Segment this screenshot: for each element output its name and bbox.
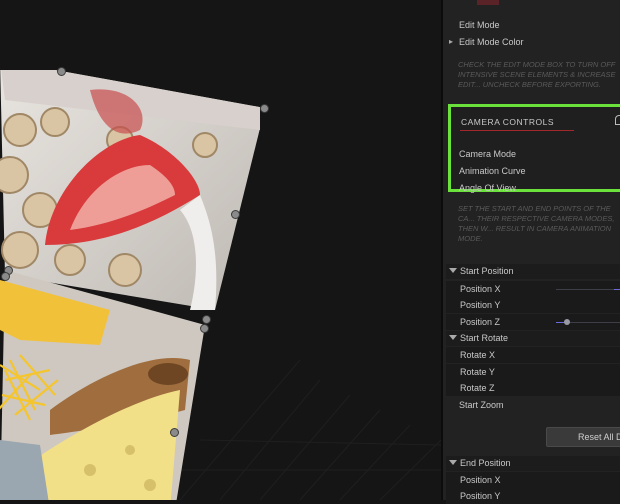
position-z-slider[interactable] xyxy=(556,319,620,325)
start-position-label: Start Position xyxy=(460,266,514,276)
lock-icon[interactable] xyxy=(615,115,620,125)
transform-handle-icon[interactable] xyxy=(57,67,66,76)
photo-card-cheese[interactable] xyxy=(0,270,210,500)
collapse-triangle-icon[interactable] xyxy=(449,268,457,273)
rotate-x-label: Rotate X xyxy=(460,350,496,360)
end-position-x-row[interactable]: Position X xyxy=(446,472,620,488)
collapse-triangle-icon[interactable] xyxy=(449,460,457,465)
transform-handle-icon[interactable] xyxy=(260,104,269,113)
edit-mode-note: CHECK THE EDIT MODE BOX TO TURN OFF INTE… xyxy=(458,60,616,89)
position-x-label: Position X xyxy=(460,284,501,294)
transform-handle-icon[interactable] xyxy=(170,428,179,437)
cheese-image xyxy=(0,270,205,500)
animation-curve-item[interactable]: Animation Curve xyxy=(459,166,526,176)
position-x-slider[interactable] xyxy=(556,289,620,290)
camera-controls-title: CAMERA CONTROLS xyxy=(461,117,554,127)
camera-controls-underline xyxy=(460,130,574,131)
position-z-row[interactable]: Position Z xyxy=(446,314,620,330)
panel-divider xyxy=(441,0,443,500)
position-y-label: Position Y xyxy=(460,300,501,310)
rotate-y-row[interactable]: Rotate Y xyxy=(446,364,620,380)
start-rotate-section[interactable]: Start Rotate xyxy=(446,331,620,346)
edit-mode-label[interactable]: Edit Mode xyxy=(459,20,500,30)
position-z-knob[interactable] xyxy=(564,319,570,325)
viewport-canvas[interactable] xyxy=(0,0,441,500)
position-y-row[interactable]: Position Y xyxy=(446,297,620,313)
position-x-fill xyxy=(614,289,620,290)
edit-mode-color-label[interactable]: Edit Mode Color xyxy=(459,37,524,47)
rotate-z-row[interactable]: Rotate Z xyxy=(446,380,620,396)
camera-controls-box: CAMERA CONTROLS Camera Mode Animation Cu… xyxy=(448,104,620,193)
start-position-section[interactable]: Start Position xyxy=(446,264,620,279)
transform-handle-icon[interactable] xyxy=(200,324,209,333)
start-rotate-label: Start Rotate xyxy=(460,333,509,343)
rotate-z-label: Rotate Z xyxy=(460,383,495,393)
position-z-fill xyxy=(556,322,564,323)
transform-handle-icon[interactable] xyxy=(231,210,240,219)
camera-mode-item[interactable]: Camera Mode xyxy=(459,149,516,159)
transform-handle-icon[interactable] xyxy=(1,272,10,281)
thumbnail xyxy=(477,0,499,5)
rotate-x-row[interactable]: Rotate X xyxy=(446,347,620,363)
transform-handle-icon[interactable] xyxy=(202,315,211,324)
chevron-right-icon[interactable]: ▸ xyxy=(449,37,453,46)
end-position-x-label: Position X xyxy=(460,475,501,485)
end-position-y-row[interactable]: Position Y xyxy=(446,488,620,504)
end-position-label: End Position xyxy=(460,458,511,468)
position-z-label: Position Z xyxy=(460,317,501,327)
angle-of-view-item[interactable]: Angle Of View xyxy=(459,183,516,193)
end-position-section[interactable]: End Position xyxy=(446,456,620,471)
position-x-row[interactable]: Position X xyxy=(446,281,620,297)
reset-all-button[interactable]: Reset All D xyxy=(546,427,620,447)
camera-note: SET THE START AND END POINTS OF THE CA..… xyxy=(458,204,615,243)
collapse-triangle-icon[interactable] xyxy=(449,335,457,340)
start-zoom-label[interactable]: Start Zoom xyxy=(459,400,504,410)
rotate-y-label: Rotate Y xyxy=(460,367,495,377)
